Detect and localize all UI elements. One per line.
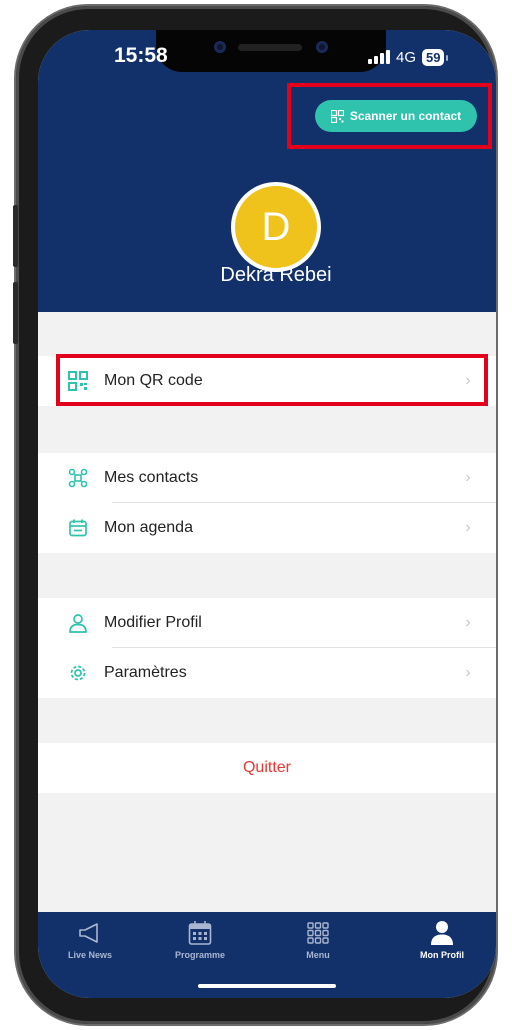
calendar-icon (67, 517, 89, 539)
network-type: 4G (396, 48, 417, 66)
phone-screen: 15:58 4G 59 Scanner un contact D Dekra R… (38, 30, 496, 998)
speaker-grille (238, 44, 302, 51)
user-icon (67, 612, 89, 634)
notch (156, 30, 386, 72)
menu-item-label: Modifier Profil (104, 614, 202, 631)
calendar-icon (150, 918, 250, 948)
user-name: Dekra Rebei (220, 264, 332, 286)
menu-item-label: Mon agenda (104, 519, 193, 536)
menu-item-contacts[interactable]: Mes contacts › (38, 453, 496, 503)
chevron-right-icon: › (465, 519, 471, 536)
avatar: D (231, 182, 321, 272)
tab-menu[interactable]: Menu (268, 918, 368, 960)
qr-scan-icon (330, 109, 344, 123)
sensor-icon (214, 41, 226, 53)
chevron-right-icon: › (465, 614, 471, 631)
tab-programme[interactable]: Programme (150, 918, 250, 960)
camera-icon (316, 41, 328, 53)
tab-mon-profil[interactable]: Mon Profil (392, 918, 492, 960)
network-icon (67, 467, 89, 489)
qr-code-highlight-box (56, 354, 488, 406)
tab-label: Programme (174, 950, 226, 960)
menu-item-label: Mes contacts (104, 469, 199, 486)
chevron-right-icon: › (465, 469, 471, 486)
profile-header: 15:58 4G 59 Scanner un contact D Dekra R… (38, 30, 496, 312)
tab-label: Menu (306, 950, 330, 960)
tab-live-news[interactable]: Live News (40, 918, 140, 960)
scan-contact-button[interactable]: Scanner un contact (315, 100, 477, 132)
grid-icon (268, 918, 368, 948)
signal-icon (368, 50, 390, 64)
menu-item-settings[interactable]: Paramètres › (38, 648, 496, 698)
menu-item-edit-profile[interactable]: Modifier Profil › (38, 598, 496, 648)
tab-label: Mon Profil (420, 950, 464, 960)
megaphone-icon (40, 918, 140, 948)
scan-contact-label: Scanner un contact (349, 109, 462, 123)
volume-up-button (13, 205, 18, 267)
tab-label: Live News (67, 950, 113, 960)
gear-icon (67, 662, 89, 684)
tab-bar: Live News Programme Menu Mon Profil (38, 912, 496, 998)
menu-item-label: Paramètres (104, 664, 187, 681)
status-time: 15:58 (114, 44, 168, 67)
quit-button[interactable]: Quitter (38, 743, 496, 793)
chevron-right-icon: › (465, 664, 471, 681)
quit-label: Quitter (242, 759, 291, 776)
status-indicators: 4G 59 (368, 44, 450, 70)
volume-down-button (13, 282, 18, 344)
avatar-initial: D (261, 204, 291, 249)
menu-item-agenda[interactable]: Mon agenda › (38, 503, 496, 553)
battery-icon: 59 (422, 48, 450, 66)
person-icon (392, 918, 492, 948)
home-indicator (198, 984, 336, 988)
